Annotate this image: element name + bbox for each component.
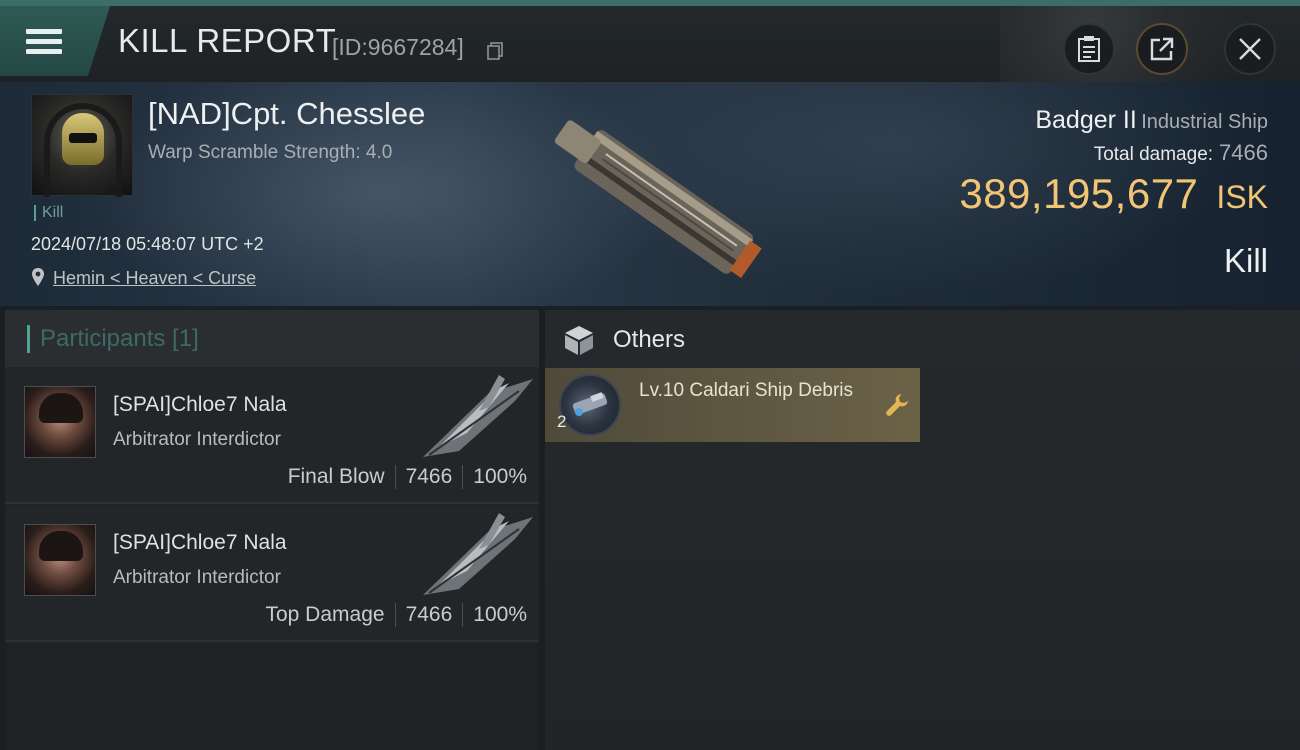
isk-unit: ISK [1216,179,1268,215]
participant-ship-image [423,375,533,457]
isk-value: 389,195,677 [959,170,1199,217]
participant-avatar[interactable] [24,524,96,596]
participant-ship: Arbitrator Interdictor [113,429,281,450]
participant-ship: Arbitrator Interdictor [113,567,281,588]
cube-icon [565,326,593,355]
participants-panel: Participants [1] [SPAI]Chloe7 Nala Arbit… [5,310,539,750]
participant-stats: Final Blow 7466 100% [288,465,527,489]
victim-name[interactable]: [NAD]Cpt. Chesslee [148,96,425,132]
warp-scramble-strength: Warp Scramble Strength: 4.0 [148,142,393,163]
clipboard-button[interactable] [1063,23,1115,75]
victim-portrait[interactable] [31,94,133,197]
item-thumbnail [559,374,621,436]
debris-icon [572,392,608,416]
share-icon [1150,37,1174,61]
victim-ship-name[interactable]: Badger II [1035,106,1136,134]
participants-title: Participants [1] [40,324,199,352]
kill-tag: Kill [34,205,63,221]
others-panel: Others 2 Lv.10 Caldari Ship Debris [545,310,1300,750]
participants-header[interactable]: Participants [1] [5,310,539,367]
participant-row[interactable]: [SPAI]Chloe7 Nala Arbitrator Interdictor… [5,367,539,504]
others-header: Others [563,324,685,356]
clipboard-icon [1078,36,1100,62]
report-id: [ID:9667284] [332,34,464,60]
location-pin-icon [32,268,44,286]
total-damage-value: 7466 [1219,140,1268,165]
share-button[interactable] [1136,23,1188,75]
participant-avatar[interactable] [24,386,96,458]
participant-percent: 100% [473,465,527,488]
kill-datetime: 2024/07/18 05:48:07 UTC +2 [31,234,264,254]
participant-name: [SPAI]Chloe7 Nala [113,531,287,554]
kill-location-link[interactable]: Hemin < Heaven < Curse [53,268,256,289]
participant-ship-image [423,513,533,595]
participant-percent: 100% [473,603,527,626]
wrench-icon[interactable] [884,392,910,418]
close-button[interactable] [1224,23,1276,75]
menu-button[interactable] [0,6,110,76]
participant-role: Top Damage [265,603,385,626]
participant-stats: Top Damage 7466 100% [265,603,527,627]
isk-value-line: 389,195,677 ISK [959,170,1268,218]
victim-banner: [NAD]Cpt. Chesslee Warp Scramble Strengt… [0,82,1300,306]
total-damage-label: Total damage: [1093,144,1214,165]
participant-role: Final Blow [287,465,385,488]
victim-ship-info: Badger II Industrial Ship [1035,106,1268,135]
others-title: Others [613,326,686,353]
close-icon [1239,38,1261,60]
menu-icon [26,24,62,59]
page-title: KILL REPORT [118,22,337,59]
kill-result-label: Kill [1223,242,1268,279]
item-card[interactable]: 2 Lv.10 Caldari Ship Debris [545,368,920,442]
participant-name: [SPAI]Chloe7 Nala [113,393,287,416]
victim-ship-class: Industrial Ship [1141,111,1268,133]
item-quantity: 2 [557,412,567,431]
participant-damage: 7466 [405,465,453,488]
copy-icon[interactable] [487,42,503,60]
total-damage: Total damage: 7466 [1094,140,1268,166]
participant-damage: 7466 [405,603,453,626]
item-name: Lv.10 Caldari Ship Debris [639,380,854,401]
top-bar: KILL REPORT [ID:9667284] [0,0,1300,88]
participant-row[interactable]: [SPAI]Chloe7 Nala Arbitrator Interdictor… [5,505,539,642]
victim-ship-image [554,120,762,279]
